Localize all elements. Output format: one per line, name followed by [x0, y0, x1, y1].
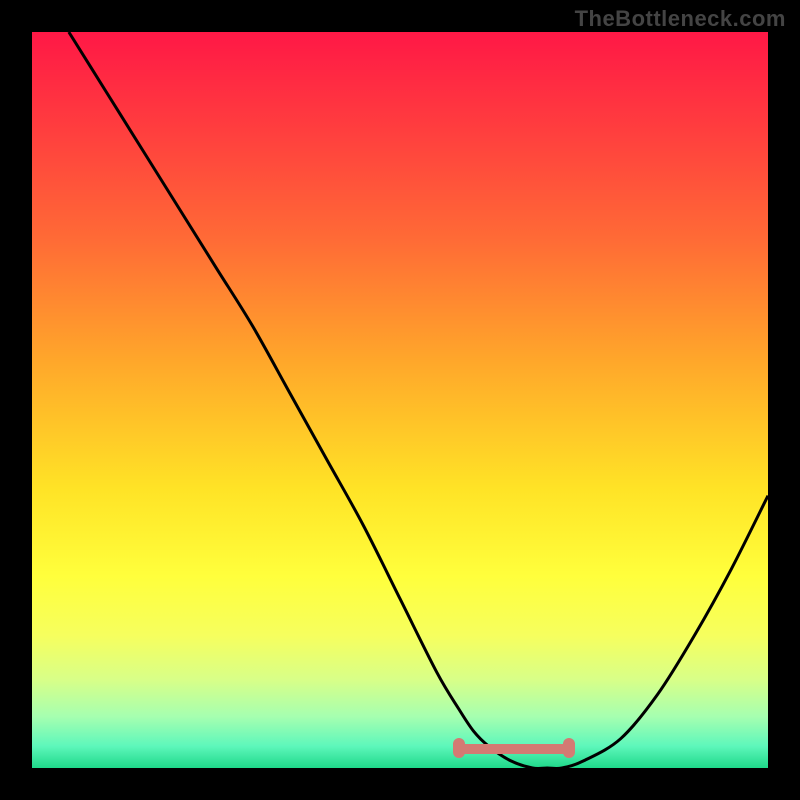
valley-marker-left [453, 738, 465, 758]
watermark-text: TheBottleneck.com [575, 6, 786, 32]
chart-frame: TheBottleneck.com [0, 0, 800, 800]
bottleneck-curve [32, 32, 768, 768]
curve-path [69, 32, 768, 769]
valley-band [459, 744, 569, 754]
valley-marker-right [563, 738, 575, 758]
plot-area [32, 32, 768, 768]
